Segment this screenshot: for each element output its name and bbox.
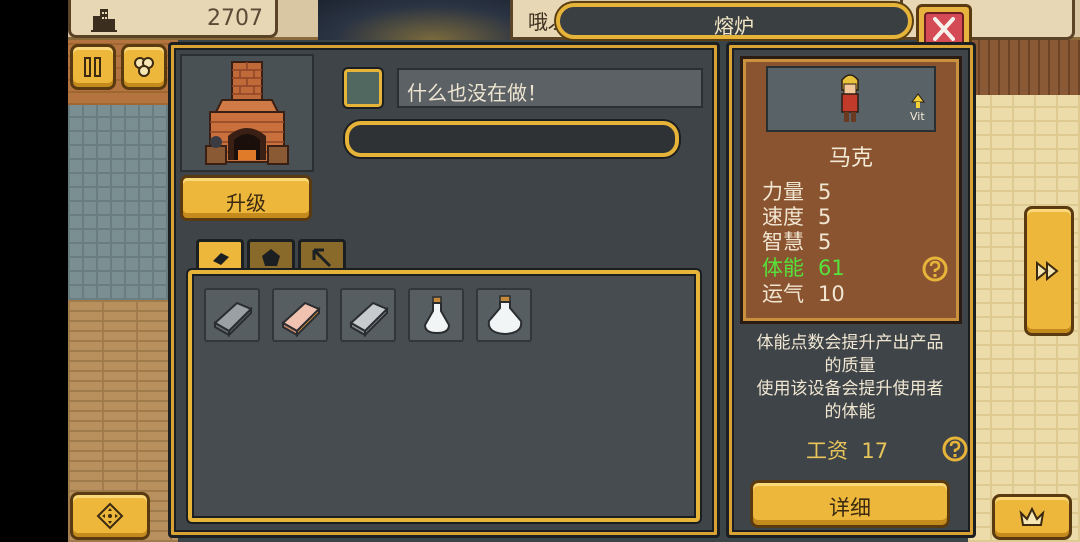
inventory-slot-5[interactable] xyxy=(476,288,532,342)
window-title-bar: 熔炉 xyxy=(556,3,912,39)
description-line: 的体能 xyxy=(824,402,876,422)
worker-avatar-icon: Vit xyxy=(841,74,925,123)
silver-ingot-icon xyxy=(349,301,389,338)
next-button[interactable] xyxy=(1024,206,1074,336)
inventory-slot-3[interactable] xyxy=(340,288,396,342)
upgrade-button-label: 升级 xyxy=(226,191,266,215)
wage-row: 工资 17 xyxy=(806,435,888,465)
equipment-effect-description: 使用该设备会提升使用者 的体能 xyxy=(730,378,970,424)
wage-help-icon[interactable] xyxy=(942,436,968,462)
stat-row-speed: 速度 5 xyxy=(762,205,831,229)
tab-tools[interactable] xyxy=(298,239,346,273)
stat-row-strength: 力量 5 xyxy=(762,180,831,204)
stat-value: 5 xyxy=(818,230,832,254)
stat-row-luck: 运气 10 xyxy=(762,282,845,306)
coin-value: 2707 xyxy=(207,6,263,31)
stat-row-wisdom: 智慧 5 xyxy=(762,230,831,254)
stat-label: 速度 xyxy=(762,205,804,229)
inventory-slot-4[interactable] xyxy=(408,288,464,342)
stat-label: 体能 xyxy=(762,256,804,280)
ingot-icon xyxy=(213,252,229,265)
dpad-icon xyxy=(96,502,124,530)
upgrade-button[interactable]: 升级 xyxy=(180,175,312,221)
inventory-slot-1[interactable] xyxy=(204,288,260,342)
stat-label: 运气 xyxy=(762,282,804,306)
stat-value: 61 xyxy=(818,256,845,280)
furnace-icon xyxy=(205,61,289,165)
resources-button[interactable] xyxy=(121,44,167,90)
description-line: 的质量 xyxy=(824,356,876,376)
window-title: 熔炉 xyxy=(714,14,754,38)
letterbox-left xyxy=(0,0,68,542)
inventory-slot-2[interactable] xyxy=(272,288,328,342)
stat-value: 5 xyxy=(818,180,832,204)
copper-ingot-icon xyxy=(281,301,321,338)
ore-icon xyxy=(262,248,280,266)
status-text: 什么也没在做！ xyxy=(407,81,547,105)
worker-name: 马克 xyxy=(828,146,873,171)
pickaxe-icon xyxy=(312,248,332,267)
stat-value: 5 xyxy=(818,205,832,229)
stat-value: 10 xyxy=(818,282,845,306)
crown-button[interactable] xyxy=(992,494,1072,540)
status-box: 什么也没在做！ xyxy=(397,68,703,108)
tab-ores[interactable] xyxy=(247,239,295,273)
stat-row-stamina: 体能 61 xyxy=(762,256,845,280)
small-potion-flask-icon xyxy=(423,296,451,335)
stat-label: 智慧 xyxy=(762,230,804,254)
production-progress-bar xyxy=(345,121,679,157)
iron-ingot-icon xyxy=(213,301,253,338)
coin-counter: 2707 xyxy=(68,0,278,38)
description-line: 体能点数会提升产出产品 xyxy=(756,333,944,353)
fast-forward-icon xyxy=(1036,260,1059,282)
details-button-label: 详细 xyxy=(829,496,871,520)
vit-badge: Vit xyxy=(910,110,925,123)
move-button[interactable] xyxy=(70,492,150,540)
stat-label: 力量 xyxy=(762,180,804,204)
building-icon xyxy=(91,9,117,32)
large-potion-flask-icon xyxy=(487,295,523,336)
wall-right xyxy=(968,40,1080,95)
ore-pile-icon xyxy=(134,57,154,77)
auto-production-checkbox[interactable] xyxy=(344,69,382,107)
details-button[interactable]: 详细 xyxy=(750,480,950,528)
furnace-image-frame xyxy=(180,54,314,172)
close-icon xyxy=(933,17,955,41)
wage-value: 17 xyxy=(861,439,889,463)
wage-label: 工资 xyxy=(806,439,848,463)
crown-icon xyxy=(1019,506,1045,526)
pause-button[interactable] xyxy=(70,44,116,90)
floor-stone xyxy=(68,105,178,300)
stat-effect-description: 体能点数会提升产出产品 的质量 xyxy=(730,332,970,378)
stat-help-icon[interactable] xyxy=(922,256,948,282)
description-line: 使用该设备会提升使用者 xyxy=(756,379,944,399)
worker-portrait: Vit xyxy=(766,66,936,132)
pause-icon xyxy=(84,57,101,77)
